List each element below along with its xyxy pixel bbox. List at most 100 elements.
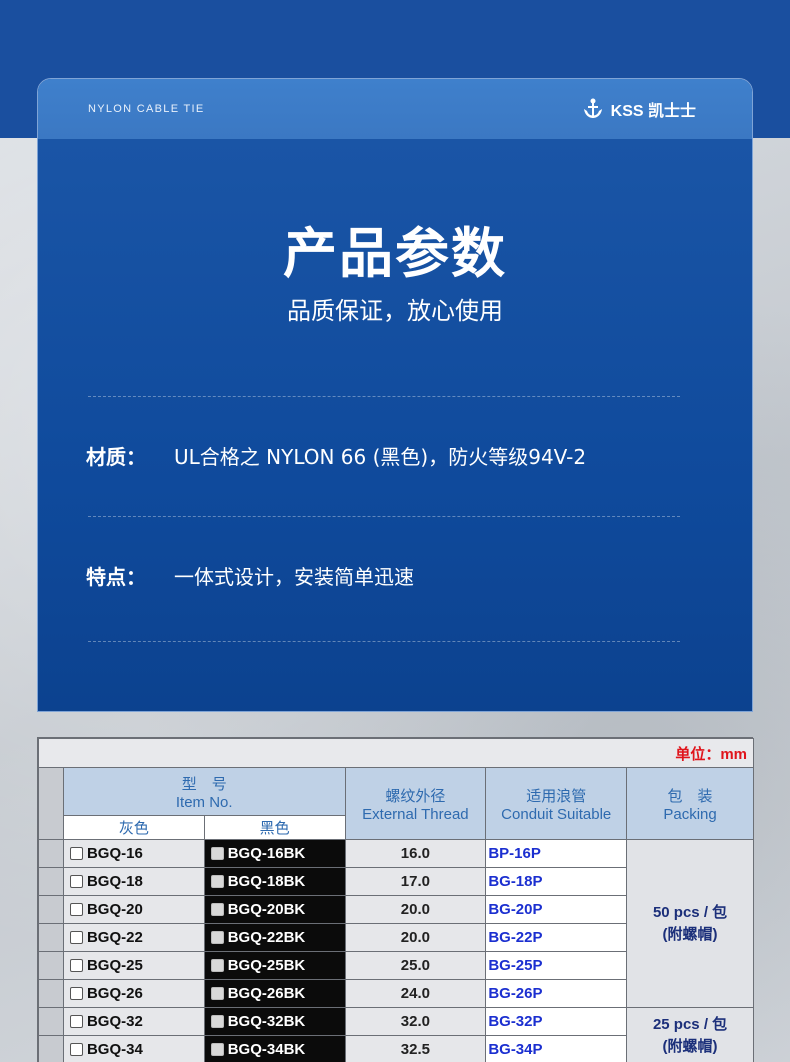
unit-label: 单位：mm <box>38 738 754 768</box>
black-item-cell: BGQ-16BK <box>203 839 346 868</box>
gray-item: BGQ-26 <box>86 985 143 1002</box>
item-header: 型 号 Item No. <box>62 767 346 816</box>
checkbox-icon <box>210 987 224 1000</box>
anchor-logo-icon <box>583 98 602 118</box>
item-header-en: Item No. <box>175 793 233 811</box>
unit-row: 单位：mm <box>38 738 754 768</box>
gray-item: BGQ-22 <box>86 929 143 946</box>
checkbox-icon <box>69 903 83 916</box>
checkbox-icon <box>69 1043 83 1056</box>
table-row: BGQ-16 BGQ-16BK 16.0 BP-16P 50 pcs / 包 (… <box>38 839 754 1008</box>
page-title: 产品参数 <box>283 222 507 285</box>
table-row: BGQ-32 BGQ-32BK 32.0 BG-32P 25 pcs / 包 (… <box>38 1007 754 1062</box>
packing-cell: 25 pcs / 包 (附螺帽) <box>626 1007 754 1062</box>
card-body: 产品参数 品质保证，放心使用 材质： UL合格之 NYLON 66 (黑色)，防… <box>38 139 752 711</box>
checkbox-icon <box>69 959 83 972</box>
gray-item-cell: BGQ-34 <box>62 1035 205 1062</box>
spec-table-wrapper: 单位：mm 型 号 Item No. 螺纹外径 External Thread … <box>37 737 754 1062</box>
thread-header-cn: 螺纹外径 <box>385 787 446 805</box>
black-item-cell: BGQ-32BK <box>203 1007 346 1036</box>
packing-cell: 50 pcs / 包 (附螺帽) <box>626 839 754 1008</box>
row-gutter <box>38 839 64 868</box>
thread-value: 32.5 <box>344 1035 487 1062</box>
black-item-cell: BGQ-26BK <box>203 979 346 1008</box>
checkbox-icon <box>210 847 224 860</box>
black-item: BGQ-20BK <box>227 901 306 918</box>
packing-header: 包 装 Packing <box>626 767 754 840</box>
row-gutter <box>38 895 64 924</box>
divider <box>88 516 680 517</box>
spec-table: 单位：mm 型 号 Item No. 螺纹外径 External Thread … <box>38 738 754 1062</box>
thread-header-en: External Thread <box>362 805 469 823</box>
checkbox-icon <box>210 1043 224 1056</box>
item-header-cn: 型 号 <box>181 775 227 793</box>
spec-material: 材质： UL合格之 NYLON 66 (黑色)，防火等级94V-2 <box>86 441 586 470</box>
checkbox-icon <box>210 903 224 916</box>
brand-logo: KSS 凯士士 <box>581 97 696 121</box>
spec-key: 特点： <box>86 565 146 589</box>
packing-note: (附螺帽) <box>662 1037 718 1055</box>
black-item: BGQ-26BK <box>227 985 306 1002</box>
thread-value: 17.0 <box>344 867 487 896</box>
row-gutter <box>38 979 64 1008</box>
black-item: BGQ-34BK <box>227 1041 306 1058</box>
checkbox-icon <box>210 931 224 944</box>
black-item: BGQ-32BK <box>227 1013 306 1030</box>
conduit-value: BG-22P <box>485 923 628 952</box>
row-gutter <box>38 867 64 896</box>
card-header: NYLON CABLE TIE KSS 凯士士 <box>38 79 752 139</box>
gray-item: BGQ-16 <box>86 845 143 862</box>
header-subtitle: NYLON CABLE TIE <box>88 103 205 115</box>
black-item-cell: BGQ-22BK <box>203 923 346 952</box>
black-item-cell: BGQ-25BK <box>203 951 346 980</box>
thread-value: 24.0 <box>344 979 487 1008</box>
spec-value: UL合格之 NYLON 66 (黑色)，防火等级94V-2 <box>174 445 587 469</box>
gray-item-cell: BGQ-20 <box>62 895 205 924</box>
row-gutter <box>38 1035 64 1062</box>
conduit-value: BG-34P <box>485 1035 628 1062</box>
gray-header: 灰色 <box>62 815 205 840</box>
black-item: BGQ-18BK <box>227 873 306 890</box>
thread-value: 32.0 <box>344 1007 487 1036</box>
row-gutter <box>38 767 64 840</box>
page-subtitle: 品质保证，放心使用 <box>287 297 503 325</box>
gray-item: BGQ-20 <box>86 901 143 918</box>
row-gutter <box>38 951 64 980</box>
thread-value: 20.0 <box>344 923 487 952</box>
black-item: BGQ-22BK <box>227 929 306 946</box>
gray-item-cell: BGQ-16 <box>62 839 205 868</box>
divider <box>88 396 680 397</box>
gray-item: BGQ-25 <box>86 957 143 974</box>
row-gutter <box>38 1007 64 1036</box>
gray-item: BGQ-18 <box>86 873 143 890</box>
packing-qty: 25 pcs / 包 <box>652 1015 728 1033</box>
gray-item-cell: BGQ-18 <box>62 867 205 896</box>
black-item: BGQ-16BK <box>227 845 306 862</box>
checkbox-icon <box>210 1015 224 1028</box>
conduit-value: BG-26P <box>485 979 628 1008</box>
conduit-value: BG-32P <box>485 1007 628 1036</box>
gray-item-cell: BGQ-26 <box>62 979 205 1008</box>
black-item: BGQ-25BK <box>227 957 306 974</box>
checkbox-icon <box>210 959 224 972</box>
thread-value: 25.0 <box>344 951 487 980</box>
checkbox-icon <box>69 847 83 860</box>
checkbox-icon <box>69 931 83 944</box>
row-gutter <box>38 923 64 952</box>
thread-value: 16.0 <box>344 839 487 868</box>
gray-item-cell: BGQ-22 <box>62 923 205 952</box>
packing-header-cn: 包 装 <box>667 787 713 805</box>
gray-item-cell: BGQ-25 <box>62 951 205 980</box>
spec-card: NYLON CABLE TIE KSS 凯士士 产品参数 品质保证，放心使用 材… <box>37 78 753 712</box>
spec-value: 一体式设计，安装简单迅速 <box>174 565 414 589</box>
divider <box>88 641 680 642</box>
thread-value: 20.0 <box>344 895 487 924</box>
checkbox-icon <box>69 987 83 1000</box>
checkbox-icon <box>69 875 83 888</box>
black-item-cell: BGQ-20BK <box>203 895 346 924</box>
conduit-header-en: Conduit Suitable <box>501 805 612 823</box>
conduit-header: 适用浪管 Conduit Suitable <box>485 767 628 840</box>
packing-header-en: Packing <box>663 805 717 823</box>
gray-item: BGQ-34 <box>86 1041 143 1058</box>
conduit-header-cn: 适用浪管 <box>526 787 587 805</box>
